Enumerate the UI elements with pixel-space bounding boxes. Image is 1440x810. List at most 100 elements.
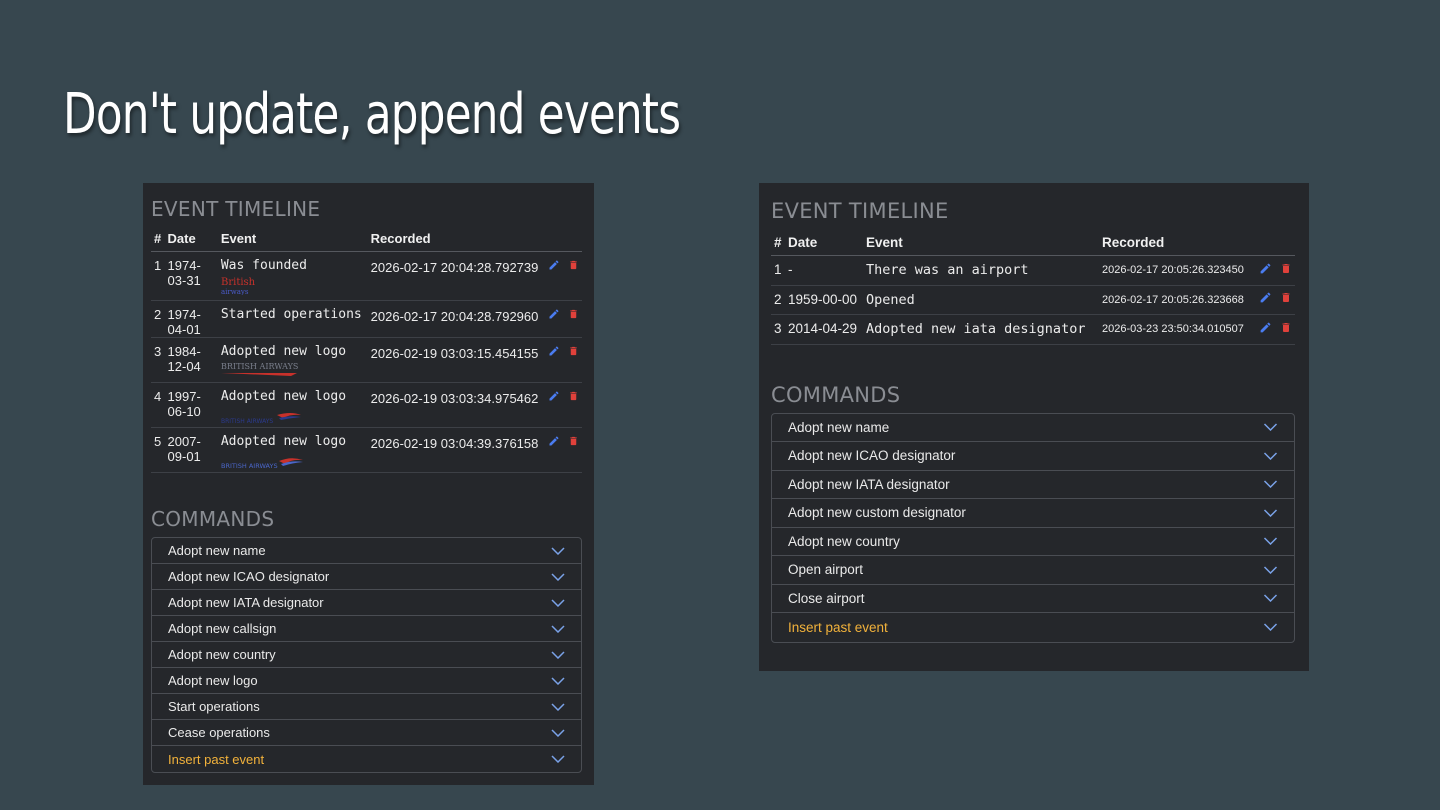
command-adopt-new-iata-designator[interactable]: Adopt new IATA designator [772, 471, 1294, 500]
edit-button[interactable] [548, 345, 560, 360]
command-adopt-new-country[interactable]: Adopt new country [152, 642, 581, 668]
row-recorded: 2026-02-17 20:05:26.323450 [1099, 255, 1252, 286]
command-adopt-new-icao-designator[interactable]: Adopt new ICAO designator [152, 564, 581, 590]
pencil-icon [1261, 322, 1271, 333]
chevron-down-icon [551, 702, 565, 711]
row-recorded: 2026-02-19 03:04:39.376158 [367, 427, 542, 473]
delete-button[interactable] [568, 390, 579, 405]
command-label: Cease operations [168, 725, 270, 740]
table-row: 5 2007-09-01 Adopted new logo BRITISH AI… [151, 427, 582, 473]
chevron-down-icon [1263, 480, 1278, 489]
row-event: There was an airport [863, 255, 1099, 286]
command-insert-past-event[interactable]: Insert past event [152, 746, 581, 772]
command-label: Adopt new name [788, 419, 890, 435]
command-label: Open airport [788, 562, 864, 578]
british-airways-logo-1997: BRITISH AIRWAYS [221, 413, 301, 425]
command-label: Close airport [788, 590, 865, 606]
command-adopt-new-icao-designator[interactable]: Adopt new ICAO designator [772, 442, 1294, 471]
edit-button[interactable] [548, 390, 560, 405]
row-date: 1974-03-31 [164, 251, 218, 301]
table-row: 4 1997-06-10 Adopted new logo BRITISH AI… [151, 382, 582, 428]
row-event: Adopted new logo [220, 434, 347, 449]
command-label: Adopt new IATA designator [788, 476, 950, 492]
slide-title: Don't update, append events [63, 82, 681, 147]
command-adopt-new-iata-designator[interactable]: Adopt new IATA designator [152, 590, 581, 616]
trash-icon [1282, 293, 1290, 303]
edit-button[interactable] [1259, 257, 1272, 285]
command-adopt-new-country[interactable]: Adopt new country [772, 528, 1294, 557]
chevron-down-icon [551, 650, 565, 659]
table-row: 1 - There was an airport 2026-02-17 20:0… [771, 255, 1295, 286]
row-recorded: 2026-02-19 03:03:15.454155 [367, 337, 542, 383]
command-label: Adopt new name [168, 543, 266, 558]
pencil-icon [1261, 263, 1271, 273]
command-adopt-new-custom-designator[interactable]: Adopt new custom designator [772, 499, 1294, 528]
command-adopt-new-logo[interactable]: Adopt new logo [152, 668, 581, 694]
command-label: Adopt new country [788, 533, 900, 549]
row-event: Adopted new logo [220, 344, 347, 359]
event-timeline-heading: EVENT TIMELINE [151, 197, 321, 221]
command-start-operations[interactable]: Start operations [152, 694, 581, 720]
row-actions [541, 300, 582, 338]
command-label: Insert past event [168, 751, 265, 767]
delete-button[interactable] [568, 259, 579, 274]
command-label: Adopt new IATA designator [168, 595, 324, 610]
row-event-cell: Adopted new logo BRITISH AIRWAYS [217, 337, 368, 383]
airport-panel: EVENT TIMELINE # Date Event Recorded 1 -… [759, 183, 1309, 671]
row-event: Adopted new iata designator [863, 314, 1099, 345]
airline-panel: EVENT TIMELINE # Date Event Recorded 1 1… [143, 183, 594, 785]
delete-button[interactable] [568, 345, 579, 360]
chevron-down-icon [1263, 623, 1278, 632]
edit-button[interactable] [1259, 316, 1272, 344]
command-adopt-new-callsign[interactable]: Adopt new callsign [152, 616, 581, 642]
row-event: Adopted new logo [220, 389, 347, 404]
pencil-icon [549, 309, 559, 319]
chevron-down-icon [1263, 566, 1278, 574]
row-event-cell: Adopted new logo BRITISH AIRWAYS [217, 382, 368, 428]
row-event: Opened [863, 285, 1099, 316]
edit-button[interactable] [1259, 286, 1272, 314]
commands-heading: COMMANDS [151, 507, 275, 531]
command-label: Start operations [168, 699, 260, 714]
event-timeline-heading: EVENT TIMELINE [771, 199, 949, 223]
col-recorded: Recorded [367, 231, 542, 252]
command-insert-past-event[interactable]: Insert past event [772, 613, 1294, 642]
event-timeline-table: # Date Event Recorded 1 1974-03-31 Was f… [151, 231, 582, 473]
command-label: Adopt new ICAO designator [168, 569, 330, 584]
row-date: 1984-12-04 [164, 337, 218, 383]
chevron-down-icon [1263, 452, 1278, 460]
command-adopt-new-name[interactable]: Adopt new name [772, 414, 1294, 443]
command-adopt-new-name[interactable]: Adopt new name [152, 538, 581, 564]
row-date: 2014-04-29 [785, 314, 863, 345]
command-label: Adopt new ICAO designator [788, 448, 956, 464]
col-event: Event [217, 231, 368, 252]
row-actions [541, 427, 582, 473]
row-num: 1 [151, 251, 165, 301]
row-recorded: 2026-02-19 03:03:34.975462 [367, 382, 542, 428]
edit-button[interactable] [548, 259, 560, 274]
delete-button[interactable] [1280, 286, 1292, 314]
command-open-airport[interactable]: Open airport [772, 556, 1294, 585]
edit-button[interactable] [548, 308, 560, 323]
row-num: 1 [771, 255, 785, 286]
row-recorded: 2026-03-23 23:50:34.010507 [1099, 314, 1252, 345]
delete-button[interactable] [1280, 257, 1292, 285]
table-header: # Date Event Recorded [151, 231, 582, 252]
svg-text:BRITISH AIRWAYS: BRITISH AIRWAYS [221, 362, 298, 371]
delete-button[interactable] [568, 308, 579, 323]
trash-icon [570, 346, 577, 356]
command-close-airport[interactable]: Close airport [772, 585, 1294, 614]
command-label: Insert past event [788, 619, 888, 635]
edit-button[interactable] [548, 435, 560, 450]
delete-button[interactable] [1280, 316, 1292, 344]
table-row: 3 1984-12-04 Adopted new logo BRITISH AI… [151, 337, 582, 383]
col-recorded: Recorded [1099, 235, 1252, 256]
delete-button[interactable] [568, 435, 579, 450]
row-num: 2 [771, 285, 785, 316]
british-airways-logo-2007: BRITISH AIRWAYS [221, 458, 303, 470]
commands-accordion: Adopt new name Adopt new ICAO designator… [771, 412, 1295, 643]
chevron-down-icon [1263, 594, 1278, 603]
command-label: Adopt new country [168, 647, 276, 662]
command-cease-operations[interactable]: Cease operations [152, 720, 581, 746]
chevron-down-icon [551, 546, 565, 555]
